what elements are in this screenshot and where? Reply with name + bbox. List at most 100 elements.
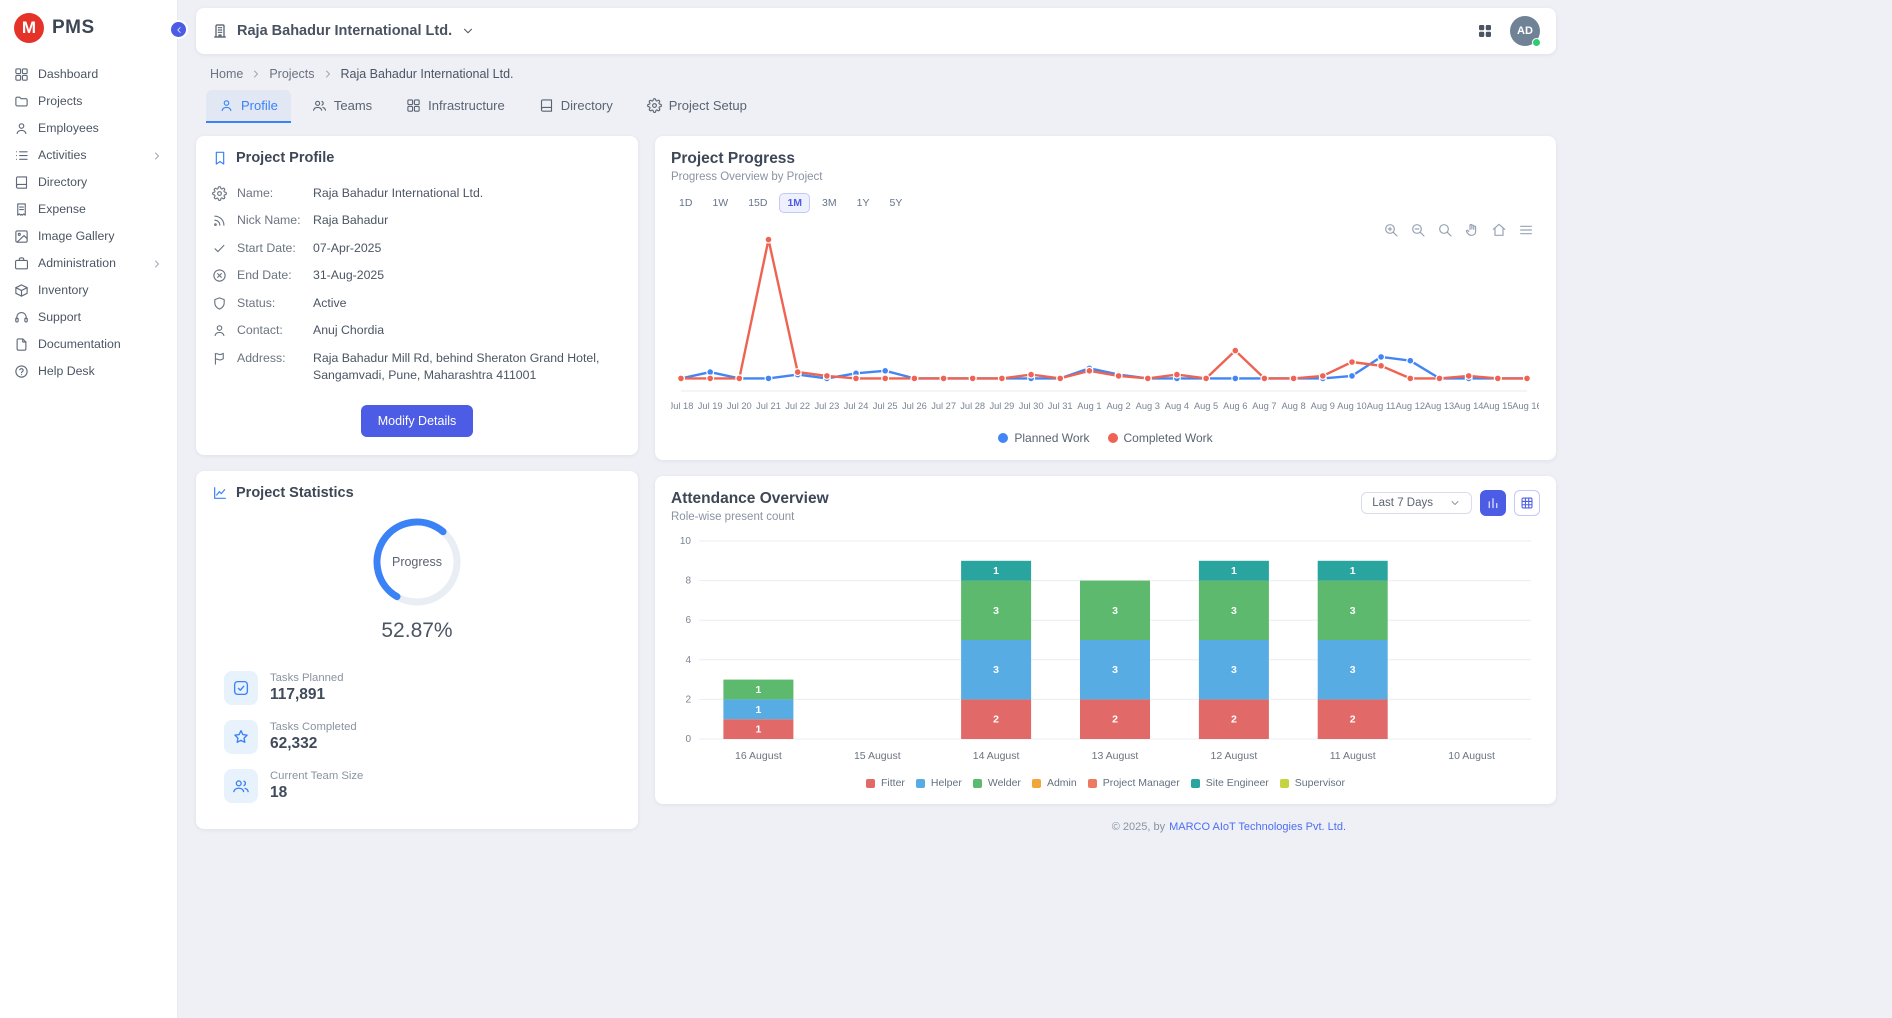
- logo[interactable]: M PMS: [0, 0, 177, 57]
- sidebar-item-expense[interactable]: Expense: [0, 196, 177, 223]
- sidebar-item-projects[interactable]: Projects: [0, 88, 177, 115]
- sidebar-item-image-gallery[interactable]: Image Gallery: [0, 223, 177, 250]
- modify-details-button[interactable]: Modify Details: [361, 405, 474, 437]
- app-title: PMS: [52, 17, 95, 39]
- svg-text:2: 2: [993, 714, 999, 726]
- svg-text:Jul 18: Jul 18: [671, 401, 693, 411]
- legend-marker: [916, 779, 925, 788]
- tab-bar: ProfileTeamsInfrastructure Directory Proje…: [196, 90, 1892, 123]
- svg-text:Aug 10: Aug 10: [1337, 401, 1366, 411]
- tab-profile[interactable]: Profile: [206, 90, 291, 123]
- zoom-in-icon[interactable]: [1383, 222, 1399, 238]
- stat-item-tasks-completed: Tasks Completed62,332: [224, 720, 622, 754]
- book-icon: [14, 175, 29, 190]
- sidebar-collapse-button[interactable]: [169, 20, 188, 39]
- company-selector[interactable]: Raja Bahadur International Ltd.: [212, 23, 475, 39]
- svg-text:Jul 21: Jul 21: [756, 401, 781, 411]
- user-icon: [219, 98, 234, 113]
- legend-label: Supervisor: [1295, 777, 1345, 789]
- legend-label: Helper: [931, 777, 962, 789]
- tab-infrastructure[interactable]: Infrastructure: [393, 90, 518, 123]
- range-button-15d[interactable]: 15D: [740, 193, 775, 213]
- range-button-3m[interactable]: 3M: [814, 193, 845, 213]
- receipt-icon: [14, 202, 29, 217]
- project-statistics-card: Project Statistics Progress 52.87% Tasks…: [196, 471, 638, 829]
- svg-text:Aug 2: Aug 2: [1106, 401, 1130, 411]
- legend-item-helper[interactable]: Helper: [916, 777, 962, 789]
- card-subtitle: Role-wise present count: [671, 511, 829, 523]
- svg-text:3: 3: [993, 664, 999, 676]
- apps-grid-icon[interactable]: [1476, 22, 1494, 40]
- sidebar-item-documentation[interactable]: Documentation: [0, 331, 177, 358]
- legend-item-fitter[interactable]: Fitter: [866, 777, 905, 789]
- legend-item-supervisor[interactable]: Supervisor: [1280, 777, 1345, 789]
- svg-text:6: 6: [685, 615, 691, 626]
- field-value: 07-Apr-2025: [313, 240, 381, 257]
- tab-teams[interactable]: Teams: [299, 90, 385, 123]
- zoom-selection-icon[interactable]: [1437, 222, 1453, 238]
- breadcrumb-item-home[interactable]: Home: [210, 67, 243, 81]
- project-profile-card: Project Profile Name:Raja Bahadur Intern…: [196, 136, 638, 455]
- range-button-1w[interactable]: 1W: [704, 193, 736, 213]
- tab-label: Directory: [561, 98, 613, 113]
- legend-item-planned-work[interactable]: Planned Work: [998, 431, 1089, 445]
- menu-icon[interactable]: [1518, 222, 1534, 238]
- sidebar-item-dashboard[interactable]: Dashboard: [0, 61, 177, 88]
- file-icon: [14, 337, 29, 352]
- sidebar-item-activities[interactable]: Activities: [0, 142, 177, 169]
- svg-text:3: 3: [1350, 664, 1356, 676]
- sidebar-item-support[interactable]: Support: [0, 304, 177, 331]
- sidebar-item-inventory[interactable]: Inventory: [0, 277, 177, 304]
- svg-text:Aug 4: Aug 4: [1165, 401, 1189, 411]
- svg-text:16 August: 16 August: [735, 750, 782, 762]
- legend-marker: [1191, 779, 1200, 788]
- field-value: Raja Bahadur: [313, 212, 388, 229]
- users-icon: [312, 98, 327, 113]
- pan-icon[interactable]: [1464, 222, 1480, 238]
- profile-field-start-date: Start Date:07-Apr-2025: [212, 234, 622, 262]
- avatar-initials: AD: [1517, 25, 1533, 37]
- legend-item-project-manager[interactable]: Project Manager: [1088, 777, 1180, 789]
- breadcrumb-item-projects[interactable]: Projects: [269, 67, 314, 81]
- range-button-1m[interactable]: 1M: [779, 193, 810, 213]
- home-icon[interactable]: [1491, 222, 1507, 238]
- footer: © 2025, by MARCO AIoT Technologies Pvt. …: [655, 820, 1556, 833]
- sidebar-item-administration[interactable]: Administration: [0, 250, 177, 277]
- footer-link[interactable]: MARCO AIoT Technologies Pvt. Ltd.: [1169, 821, 1346, 833]
- chevron-right-icon: [250, 68, 262, 80]
- project-progress-chart[interactable]: Jul 18Jul 19Jul 20Jul 21Jul 22Jul 23Jul …: [671, 213, 1539, 425]
- legend-item-completed-work[interactable]: Completed Work: [1108, 431, 1213, 445]
- range-button-1y[interactable]: 1Y: [849, 193, 878, 213]
- sidebar-item-employees[interactable]: Employees: [0, 115, 177, 142]
- svg-text:Aug 5: Aug 5: [1194, 401, 1218, 411]
- svg-text:10 August: 10 August: [1448, 750, 1495, 762]
- attendance-chart[interactable]: 024681011116 August15 August233114 Augus…: [671, 531, 1539, 771]
- zoom-out-icon[interactable]: [1410, 222, 1426, 238]
- table-view-toggle[interactable]: [1514, 490, 1540, 516]
- avatar[interactable]: AD: [1510, 16, 1540, 46]
- bar-view-toggle[interactable]: [1480, 490, 1506, 516]
- tab-project-setup[interactable]: Project Setup: [634, 90, 760, 123]
- sidebar-item-help-desk[interactable]: Help Desk: [0, 358, 177, 385]
- field-value: Anuj Chordia: [313, 322, 384, 339]
- legend-item-admin[interactable]: Admin: [1032, 777, 1077, 789]
- sidebar-item-directory[interactable]: Directory: [0, 169, 177, 196]
- range-button-5y[interactable]: 5Y: [881, 193, 910, 213]
- profile-field-address: Address:Raja Bahadur Mill Rd, behind She…: [212, 345, 622, 389]
- legend-item-welder[interactable]: Welder: [973, 777, 1021, 789]
- svg-text:2: 2: [685, 694, 691, 705]
- range-selector: 1D1W15D1M3M1Y5Y: [671, 193, 1540, 213]
- legend-item-site-engineer[interactable]: Site Engineer: [1191, 777, 1269, 789]
- stat-label: Tasks Planned: [270, 672, 343, 684]
- stat-list: Tasks Planned117,891Tasks Completed62,33…: [212, 671, 622, 803]
- progress-gauge: Progress 52.87%: [212, 514, 622, 643]
- date-range-select[interactable]: Last 7 Days: [1361, 492, 1472, 514]
- legend-label: Project Manager: [1103, 777, 1180, 789]
- date-range-value: Last 7 Days: [1372, 497, 1433, 509]
- range-button-1d[interactable]: 1D: [671, 193, 700, 213]
- progress-label: Progress: [369, 514, 465, 610]
- stat-value: 18: [270, 784, 363, 802]
- tab-directory[interactable]: Directory: [526, 90, 626, 123]
- svg-text:14 August: 14 August: [973, 750, 1020, 762]
- field-label: Name:: [237, 185, 303, 202]
